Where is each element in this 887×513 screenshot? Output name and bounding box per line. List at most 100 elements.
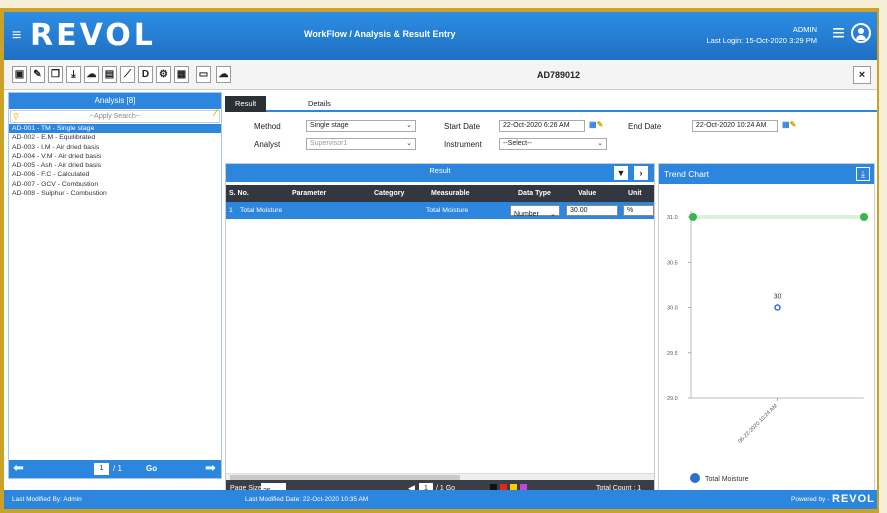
- status-bar: Last Modified By: Admin Last Modified Da…: [4, 490, 877, 509]
- col-category: Category: [374, 190, 405, 197]
- page-input[interactable]: 1: [94, 463, 109, 475]
- pencil-icon: ✎: [789, 120, 797, 129]
- analyst-label: Analyst: [254, 140, 281, 149]
- last-login: Last Login: 15-Oct-2020 3:29 PM: [706, 36, 817, 45]
- y-tick-label: 29.5: [667, 351, 678, 357]
- table-row[interactable]: 1 Total Moisture Total Moisture Number ⌄ …: [226, 202, 654, 219]
- data-type-value: Number: [514, 211, 539, 218]
- trend-chart-panel: Trend Chart ⤓ 31.0 30.5 30.0 29.5 29.0 06-22-…: [658, 163, 875, 498]
- result-grid-header: S. No. Parameter Category Measurable Dat…: [226, 185, 654, 202]
- data-type-select[interactable]: Number ⌄: [510, 205, 560, 218]
- data-point: [774, 304, 781, 311]
- start-date-input[interactable]: 22-Oct-2020 6:26 AM: [499, 120, 585, 132]
- col-measurable: Measurable: [431, 190, 470, 197]
- list-item[interactable]: AD-003 - I.M - Air dried basis: [9, 143, 221, 152]
- end-date-input[interactable]: 22-Oct-2020 10:24 AM: [692, 120, 778, 132]
- cell-parameter: Total Moisture: [240, 207, 283, 214]
- value-input[interactable]: 30.00: [566, 205, 618, 216]
- page-total: / 1: [113, 464, 122, 473]
- list-item[interactable]: AD-004 - V.M - Air dried basis: [9, 152, 221, 161]
- clear-brush-icon[interactable]: ⁄: [215, 108, 217, 119]
- method-select[interactable]: Single stage ⌄: [306, 120, 416, 132]
- modified-by: Last Modified By: Admin: [12, 496, 82, 503]
- d-icon[interactable]: D: [138, 66, 153, 83]
- analyst-select[interactable]: Supervisor1 ⌄: [306, 138, 416, 150]
- analysis-list: AD-001 - TM - Single stage AD-002 - E.M -…: [9, 124, 221, 198]
- list-item[interactable]: AD-007 - GCV - Combustion: [9, 180, 221, 189]
- cell-sno: 1: [229, 207, 233, 214]
- app-header: ≡ REVOL WorkFlow / Analysis & Result Ent…: [4, 12, 877, 60]
- calculator-icon[interactable]: ▦: [174, 66, 189, 83]
- chevron-right-icon[interactable]: ›: [634, 166, 648, 180]
- upload-icon[interactable]: ☁: [84, 66, 99, 83]
- x-tick-label: 06-22-2020 10:24 AM: [737, 403, 779, 445]
- trend-chart-header: Trend Chart ⤓: [659, 164, 874, 184]
- chevron-down-icon: ⌄: [406, 122, 412, 129]
- sample-code: AD789012: [537, 70, 581, 80]
- blank-doc-icon[interactable]: ▭: [196, 66, 211, 83]
- result-grid: Result ▼ › S. No. Parameter Category Mea…: [225, 163, 655, 498]
- analysis-panel-title: Analysis [8]: [9, 93, 221, 109]
- start-date-label: Start Date: [444, 122, 481, 131]
- close-button[interactable]: ×: [853, 66, 871, 84]
- calendar-icon[interactable]: ▦✎: [782, 120, 796, 129]
- avatar-icon[interactable]: [851, 23, 871, 43]
- analysis-pager: ⬅ 1 / 1 Go ➡: [9, 460, 221, 478]
- list-item[interactable]: AD-001 - TM - Single stage: [9, 124, 221, 134]
- start-date-value: 22-Oct-2020 6:26 AM: [503, 122, 570, 129]
- upload-cloud-icon[interactable]: ☁: [216, 66, 231, 83]
- col-sno: S. No.: [229, 190, 249, 197]
- trend-chart-svg: 31.0 30.5 30.0 29.5 29.0 06-22-2020 10:24 AM 3…: [667, 211, 868, 483]
- limit-marker-end: [860, 213, 868, 221]
- horizontal-scrollbar[interactable]: [226, 473, 654, 480]
- instrument-select[interactable]: --Select-- ⌄: [499, 138, 607, 150]
- list-item[interactable]: AD-005 - Ash - Air dried basis: [9, 161, 221, 170]
- col-parameter: Parameter: [292, 190, 327, 197]
- pencil-icon: ✎: [596, 120, 604, 129]
- y-tick-label: 29.0: [667, 396, 678, 402]
- copy-icon[interactable]: ❐: [48, 66, 63, 83]
- legend-label: Total Moisture: [705, 476, 749, 483]
- filter-icon[interactable]: ▼: [614, 166, 628, 180]
- list-item[interactable]: AD-006 - F.C - Calculated: [9, 170, 221, 179]
- chart-icon[interactable]: ⟋: [120, 66, 135, 83]
- trend-chart-title: Trend Chart: [664, 169, 710, 179]
- tab-bar: Result Details: [225, 94, 877, 112]
- limit-marker-start: [689, 213, 697, 221]
- analysis-search-input[interactable]: ⚲ --Apply Search-- ⁄: [10, 108, 220, 123]
- next-page-icon[interactable]: ➡: [205, 461, 216, 475]
- cell-measurable: Total Moisture: [426, 207, 469, 214]
- list-item[interactable]: AD-002 - E.M - Equilibrated: [9, 133, 221, 142]
- col-data-type: Data Type: [518, 190, 551, 197]
- col-unit: Unit: [628, 190, 642, 197]
- col-value: Value: [578, 190, 597, 197]
- result-grid-title: Result: [429, 166, 451, 175]
- tab-details[interactable]: Details: [298, 96, 341, 112]
- instrument-label: Instrument: [444, 140, 482, 149]
- instrument-value: --Select--: [503, 140, 532, 147]
- y-tick-label: 30.5: [667, 260, 678, 266]
- edit-icon[interactable]: ✎: [30, 66, 45, 83]
- go-button[interactable]: Go: [146, 463, 157, 475]
- hamburger-icon[interactable]: ≡: [832, 22, 845, 44]
- revol-logo: REVOL: [30, 18, 156, 53]
- user-info: ADMIN Last Login: 15-Oct-2020 3:29 PM: [707, 24, 817, 46]
- unit-input[interactable]: %: [623, 205, 654, 216]
- end-date-label: End Date: [628, 122, 662, 131]
- list-item[interactable]: AD-008 - Sulphur - Combustion: [9, 189, 221, 198]
- group-icon[interactable]: ⚙: [156, 66, 171, 83]
- chevron-down-icon: ⌄: [406, 140, 412, 147]
- powered-by: Powered by -: [791, 496, 830, 503]
- download-icon[interactable]: ⤓: [856, 167, 870, 181]
- download-icon[interactable]: ⤓: [66, 66, 81, 83]
- nav-menu-icon[interactable]: ≡: [12, 27, 21, 45]
- prev-page-icon[interactable]: ⬅: [13, 461, 24, 475]
- toolbar: ▣ ✎ ❐ ⤓ ☁ ▤ ⟋ D ⚙ ▦ ▭ ☁ AD789012 ×: [4, 60, 877, 90]
- document-icon[interactable]: ▤: [102, 66, 117, 83]
- tab-result[interactable]: Result: [225, 96, 267, 112]
- chevron-down-icon: ⌄: [597, 140, 603, 147]
- analysis-panel: Analysis [8] ⚲ --Apply Search-- ⁄ AD-001…: [8, 92, 222, 479]
- calendar-icon[interactable]: ▦✎: [589, 120, 603, 129]
- save-icon[interactable]: ▣: [12, 66, 27, 83]
- search-icon: ⚲: [13, 112, 19, 121]
